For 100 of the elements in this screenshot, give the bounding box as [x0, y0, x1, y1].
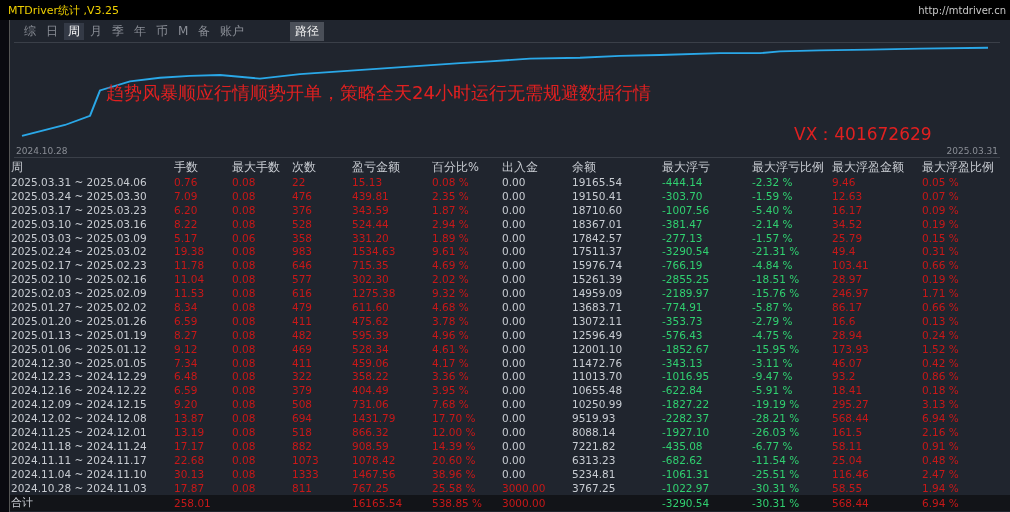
table-cell-text: 2024.12.16 ~ 2024.12.22 — [11, 384, 148, 397]
table-cell-text: 482 — [292, 328, 314, 341]
table-cell-text: 20.60 % — [432, 453, 477, 466]
table-cell-text: -1927.10 — [662, 425, 711, 438]
table-cell-text: 93.2 — [832, 370, 857, 383]
total-cell-text: 6.94 % — [922, 497, 960, 510]
table-cell-text: 376 — [292, 203, 314, 216]
period-tab[interactable]: 币 — [152, 22, 172, 40]
table-cell-text: 0.08 — [232, 273, 257, 286]
table-cell-text: 0.00 — [502, 328, 527, 341]
table-cell-text: 0.31 % — [922, 245, 960, 258]
table-cell-text: 0.08 — [232, 467, 257, 480]
table-cell-text: -21.31 % — [752, 245, 801, 258]
period-tab[interactable]: 季 — [108, 22, 128, 40]
period-tab[interactable]: 月 — [86, 22, 106, 40]
table-cell-text: 0.00 — [502, 412, 527, 425]
table-cell-text: 8.22 — [174, 217, 199, 230]
period-tab[interactable]: 账户 — [216, 22, 249, 40]
table-cell-text: 7.34 — [174, 356, 199, 369]
period-tab[interactable]: 年 — [130, 22, 150, 40]
table-cell-text: -1.59 % — [752, 189, 794, 202]
table-cell-text: 3.13 % — [922, 398, 960, 411]
table-cell-text: 18367.01 — [572, 217, 624, 230]
table-cell-text: -5.91 % — [752, 384, 794, 397]
website-link[interactable]: http://mtdriver.cn — [918, 4, 1006, 16]
table-cell-text: 161.5 — [832, 425, 864, 438]
table-cell-text: 11.78 — [174, 259, 206, 272]
period-tab[interactable]: 日 — [42, 22, 62, 40]
table-cell-text: -576.43 — [662, 328, 704, 341]
total-cell-text: -30.31 % — [752, 497, 801, 510]
table-cell-text: 2025.01.20 ~ 2025.01.26 — [11, 314, 148, 327]
total-cell-text: 16165.54 — [352, 497, 404, 510]
table-cell-text: 0.08 — [232, 356, 257, 369]
column-header: 次数 — [292, 160, 317, 175]
table-cell-text: 0.08 — [232, 481, 257, 494]
table-cell-text: 46.07 — [832, 356, 864, 369]
period-tab[interactable]: 周 — [64, 22, 84, 40]
table-cell-text: 568.44 — [832, 412, 870, 425]
table-cell-text: 694 — [292, 412, 314, 425]
table-cell-text: 2.35 % — [432, 189, 470, 202]
table-cell-text: 18.41 — [832, 384, 864, 397]
table-cell-text: 6.48 — [174, 370, 199, 383]
table-cell-text: 11472.76 — [572, 356, 624, 369]
path-button[interactable]: 路径 — [290, 21, 325, 41]
table-cell-text: -26.03 % — [752, 425, 801, 438]
table-cell-text: 15976.74 — [572, 259, 624, 272]
table-cell-text: -3.11 % — [752, 356, 794, 369]
table-cell-text: 0.00 — [502, 217, 527, 230]
table-cell-text: 34.52 — [832, 217, 864, 230]
table-cell-text: 3.95 % — [432, 384, 470, 397]
table-cell-text: 2024.12.02 ~ 2024.12.08 — [11, 412, 148, 425]
table-cell-text: -435.08 — [662, 439, 704, 452]
table-cell-text: -444.14 — [662, 175, 704, 188]
table-cell-text: 8.27 — [174, 328, 199, 341]
table-cell-text: 25.79 — [832, 231, 864, 244]
table-cell-text: 595.39 — [352, 328, 390, 341]
table-cell-text: 14959.09 — [572, 287, 624, 300]
table-cell-text: 2025.01.06 ~ 2025.01.12 — [11, 342, 148, 355]
table-cell-text: 13.19 — [174, 425, 206, 438]
table-cell-text: 0.91 % — [922, 439, 960, 452]
table-cell-text: 0.00 — [502, 314, 527, 327]
table-cell-text: 0.00 — [502, 342, 527, 355]
table-cell-text: 1.71 % — [922, 287, 960, 300]
column-header: 最大手数 — [232, 160, 281, 175]
table-cell-text: 11013.70 — [572, 370, 624, 383]
table-cell-text: 9.61 % — [432, 245, 470, 258]
table-cell-text: 9.32 % — [432, 287, 470, 300]
total-cell-text: -3290.54 — [662, 497, 711, 510]
table-cell-text: 0.08 — [232, 328, 257, 341]
table-cell-text: -774.91 — [662, 300, 704, 313]
table-cell-text: 2025.03.31 ~ 2025.04.06 — [11, 175, 148, 188]
table-cell-text: 2024.12.23 ~ 2024.12.29 — [11, 370, 148, 383]
table-cell-text: 1.94 % — [922, 481, 960, 494]
table-cell-text: 0.08 — [232, 203, 257, 216]
table-cell-text: 7.68 % — [432, 398, 470, 411]
period-tab[interactable]: 备 — [194, 22, 215, 40]
column-header: 出入金 — [502, 160, 539, 175]
table-cell-text: 2024.11.11 ~ 2024.11.17 — [11, 453, 148, 466]
table-cell-text: 0.19 % — [922, 273, 960, 286]
table-cell-text: 577 — [292, 273, 314, 286]
table-cell-text: 524.44 — [352, 217, 390, 230]
table-cell-text: 17511.37 — [572, 245, 624, 258]
table-cell-text: 246.97 — [832, 287, 870, 300]
table-cell-text: 6.94 % — [922, 412, 960, 425]
table-cell-text: -25.51 % — [752, 467, 801, 480]
table-cell-text: -303.70 — [662, 189, 704, 202]
table-cell-text: 1333 — [292, 467, 320, 480]
period-tab[interactable]: 综 — [20, 22, 40, 40]
table-cell-text: -682.62 — [662, 453, 704, 466]
table-cell-text: -766.19 — [662, 259, 704, 272]
period-tab[interactable]: M — [174, 24, 193, 38]
table-cell-text: 86.17 — [832, 300, 864, 313]
table-cell-text: -381.47 — [662, 217, 704, 230]
table-cell-text: -2855.25 — [662, 273, 711, 286]
table-cell-text: 411 — [292, 356, 314, 369]
table-cell-text: 2024.11.18 ~ 2024.11.24 — [11, 439, 148, 452]
table-cell-text: -2.14 % — [752, 217, 794, 230]
total-cell-text: 538.85 % — [432, 497, 484, 510]
table-cell-text: 12.00 % — [432, 425, 477, 438]
table-cell-text: 0.08 — [232, 425, 257, 438]
